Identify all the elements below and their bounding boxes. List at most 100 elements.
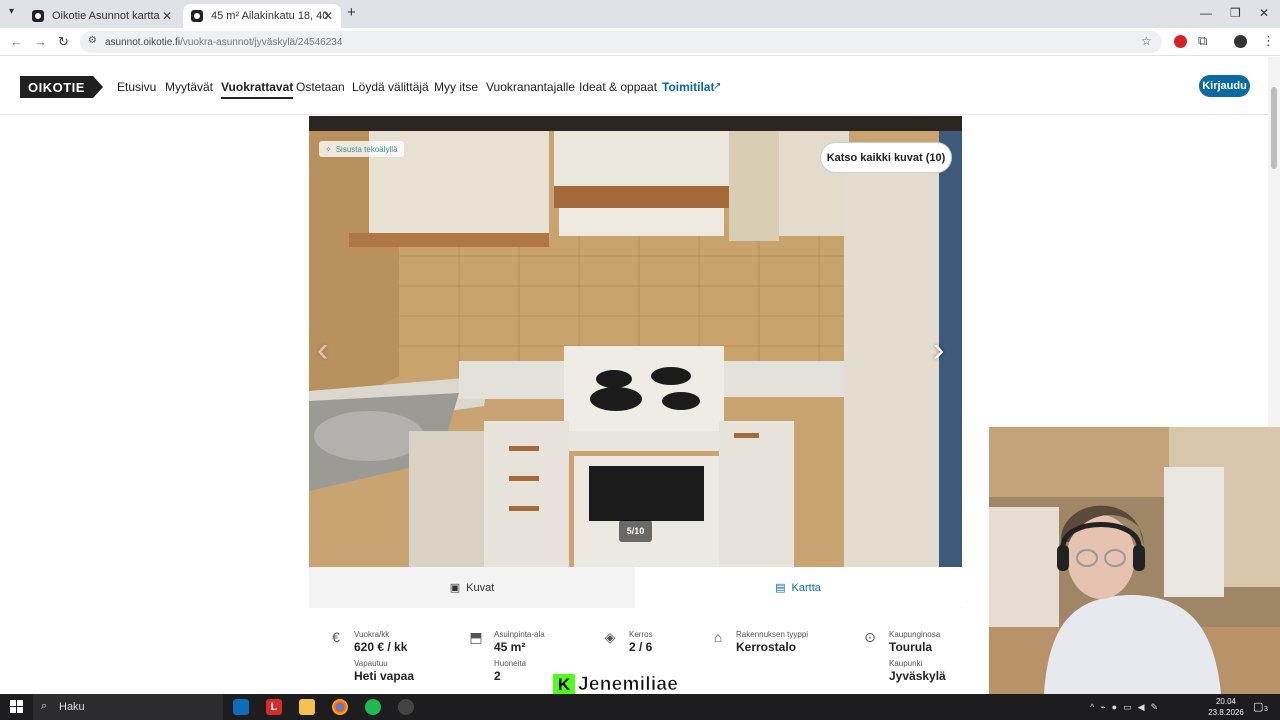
tab-title: Oikotie Asunnot kartta — [52, 10, 160, 22]
taskbar-search-label: Haku — [59, 701, 85, 713]
browser-tab-strip: ▾ Oikotie Asunnot kartta ✕ 45 m² Ailakin… — [0, 0, 1280, 28]
taskbar-search[interactable]: ⌕ Haku — [33, 694, 223, 720]
oikotie-logo[interactable]: OIKOTIE — [20, 76, 103, 98]
scrollbar-thumb[interactable] — [1271, 87, 1277, 169]
district-label: Kaupunginosa — [889, 630, 941, 639]
network-icon[interactable]: ⌁ — [1100, 702, 1105, 713]
obs-app-icon[interactable] — [398, 699, 414, 715]
browser-menu-icon[interactable]: ⋮ — [1262, 33, 1275, 49]
url-path: /vuokra-asunnot/jyväskylä/24546234 — [180, 36, 343, 48]
euro-icon: € — [332, 629, 340, 645]
chrome-app-icon[interactable] — [332, 699, 348, 715]
area-label: Asuinpinta-ala — [494, 630, 545, 639]
photo-gallery: ✧ Sisusta tekoälyllä Katso kaikki kuvat … — [309, 116, 962, 567]
tab-oikotie-map[interactable]: Oikotie Asunnot kartta ✕ — [24, 4, 180, 28]
clock-time: 20.04 — [1215, 697, 1237, 706]
map-icon: ▤ — [775, 582, 786, 594]
ai-decorate-badge[interactable]: ✧ Sisusta tekoälyllä — [319, 141, 404, 157]
kitchen-photo[interactable] — [309, 131, 962, 567]
clock-date: 23.8.2026 — [1208, 708, 1244, 717]
city-label: Kaupunki — [889, 659, 923, 668]
rent-value: 620 € / kk — [354, 640, 408, 654]
windows-taskbar: ⌕ Haku L ^ ⌁ ● ▭ ◀ ✎ 20.04 23.8.2026 ▢ 3 — [0, 694, 1280, 720]
house-icon: ⌂ — [713, 629, 723, 645]
oikotie-favicon-icon — [32, 10, 44, 22]
tab-title: 45 m² Ailakinkatu 18, 40100 Jyväskylä — [211, 10, 329, 22]
nav-ideat-oppaat[interactable]: Ideat & oppaat — [579, 80, 657, 94]
image-icon: ▣ — [449, 582, 461, 594]
extensions-puzzle-icon[interactable]: ⧉ — [1198, 33, 1207, 49]
volume-icon[interactable]: ◀ — [1138, 702, 1145, 713]
profile-avatar-icon[interactable] — [1234, 35, 1247, 48]
outlook-app-icon[interactable] — [233, 699, 249, 715]
tab-photos-label: Kuvat — [466, 581, 495, 594]
file-explorer-icon[interactable] — [299, 699, 315, 715]
bookmark-star-icon[interactable]: ☆ — [1141, 34, 1152, 48]
close-window-icon[interactable]: ✕ — [1259, 6, 1269, 20]
notifications-icon[interactable]: ▢ — [1253, 700, 1263, 713]
address-bar[interactable]: ⚙ asunnot.oikotie.fi/vuokra-asunnot/jyvä… — [80, 31, 1162, 53]
rooms-label: Huoneita — [494, 659, 527, 668]
back-icon[interactable]: ← — [10, 34, 23, 49]
minimize-window-icon[interactable]: — — [1200, 6, 1212, 20]
new-tab-button[interactable]: + — [347, 4, 356, 21]
nav-vuokrattavat[interactable]: Vuokrattavat — [221, 80, 294, 99]
previous-photo-arrow-icon[interactable]: ‹ — [317, 331, 328, 370]
nav-loyda-valittaja[interactable]: Löydä välittäjä — [352, 80, 429, 94]
close-tab-icon[interactable]: ✕ — [162, 9, 172, 23]
area-value: 45 m² — [494, 640, 526, 654]
red-l-app-icon[interactable]: L — [266, 699, 282, 715]
close-tab-icon[interactable]: ✕ — [323, 9, 333, 23]
building-type-value: Kerrostalo — [736, 640, 797, 654]
building-type-label: Rakennuksen tyyppi — [736, 630, 809, 639]
spotify-app-icon[interactable] — [365, 699, 381, 715]
streamer-name: Jenemiliae — [578, 674, 679, 696]
display-icon[interactable]: ▭ — [1123, 702, 1132, 713]
nav-ostetaan[interactable]: Ostetaan — [296, 80, 345, 94]
system-tray: ^ ⌁ ● ▭ ◀ ✎ — [1090, 694, 1158, 720]
district-value: Tourula — [889, 640, 933, 654]
floor-area-icon: ⬒ — [469, 629, 483, 645]
nav-etusivu[interactable]: Etusivu — [117, 80, 156, 94]
ai-decorate-label: Sisusta tekoälyllä — [335, 144, 398, 154]
login-button[interactable]: Kirjaudu — [1199, 75, 1250, 97]
next-photo-arrow-icon[interactable]: › — [933, 331, 944, 370]
location-pin-icon: ⊙ — [864, 629, 876, 645]
tab-listing[interactable]: 45 m² Ailakinkatu 18, 40100 Jyväskylä ✕ — [183, 4, 341, 28]
restore-window-icon[interactable]: ❐ — [1230, 6, 1241, 20]
nav-toimitilat[interactable]: Toimitilat — [662, 80, 714, 94]
sparkle-icon: ✧ — [325, 144, 332, 154]
url-domain: asunnot.oikotie.fi — [105, 36, 181, 48]
tray-chevron-icon[interactable]: ^ — [1090, 702, 1094, 712]
extension-red-icon[interactable] — [1174, 35, 1187, 48]
tab-search-menu-icon[interactable]: ▾ — [9, 6, 14, 17]
kick-logo-icon: K — [553, 674, 575, 696]
tab-photos[interactable]: ▣ Kuvat — [309, 567, 635, 608]
site-info-icon[interactable]: ⚙ — [88, 35, 97, 46]
microphone-icon[interactable]: ● — [1112, 702, 1117, 712]
external-link-icon: ↗ — [713, 81, 722, 92]
search-icon: ⌕ — [41, 700, 48, 712]
floor-value: 2 / 6 — [629, 640, 653, 654]
available-value: Heti vapaa — [354, 669, 415, 683]
reload-icon[interactable]: ↻ — [58, 34, 69, 50]
available-label: Vapautuu — [354, 659, 388, 668]
tab-map[interactable]: ▤ Kartta — [635, 567, 961, 608]
photo-counter: 5/10 — [619, 520, 652, 542]
floor-label: Kerros — [629, 630, 653, 639]
layers-icon: ◈ — [604, 629, 616, 645]
pen-icon[interactable]: ✎ — [1151, 702, 1159, 713]
windows-start-icon[interactable] — [10, 700, 23, 713]
forward-icon[interactable]: → — [34, 34, 47, 49]
nav-myy-itse[interactable]: Myy itse — [434, 80, 478, 94]
city-value: Jyväskylä — [889, 669, 946, 683]
nav-vuokranantajalle[interactable]: Vuokranantajalle — [486, 80, 575, 94]
rooms-value: 2 — [494, 669, 501, 683]
nav-myytavat[interactable]: Myytävät — [165, 80, 213, 94]
rent-label: Vuokra/kk — [354, 630, 390, 639]
site-header: OIKOTIE Etusivu Myytävät Vuokrattavat Os… — [0, 57, 1280, 115]
view-all-photos-button[interactable]: Katso kaikki kuvat (10) — [820, 142, 952, 173]
taskbar-clock[interactable]: 20.04 23.8.2026 — [1206, 696, 1246, 718]
oikotie-favicon-icon — [191, 10, 203, 22]
gallery-view-tabs: ▣ Kuvat ▤ Kartta — [309, 567, 962, 608]
